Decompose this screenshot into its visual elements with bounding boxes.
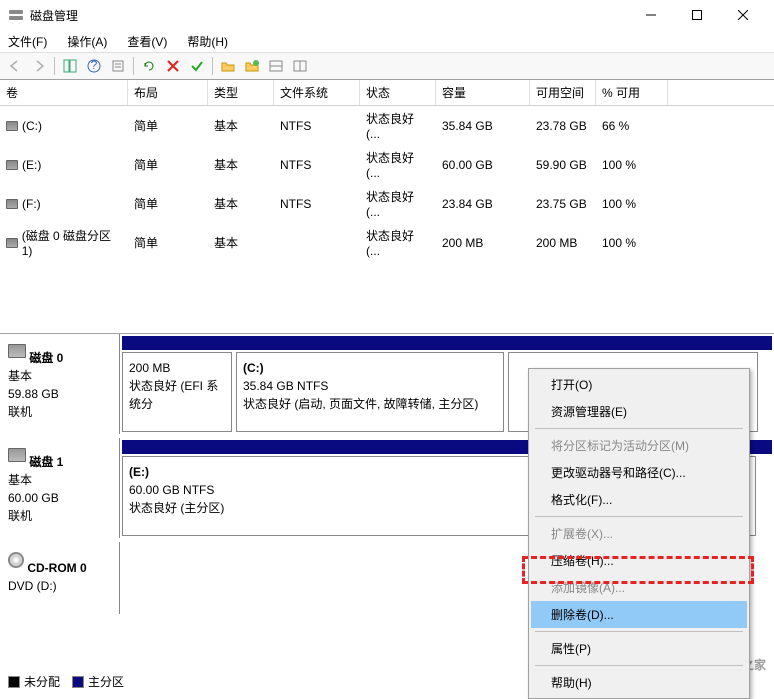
volume-icon (6, 199, 18, 209)
context-menu-item[interactable]: 压缩卷(H)... (531, 547, 747, 574)
volume-icon (6, 238, 18, 248)
volume-icon (6, 121, 18, 131)
disk-label[interactable]: 磁盘 0基本59.88 GB联机 (0, 334, 120, 434)
context-menu-separator (535, 631, 743, 632)
col-fs[interactable]: 文件系统 (274, 80, 360, 105)
partition[interactable]: 200 MB状态良好 (EFI 系统分 (122, 352, 232, 432)
titlebar: 磁盘管理 (0, 0, 774, 30)
svg-text:?: ? (91, 59, 98, 72)
volume-list[interactable]: 卷 布局 类型 文件系统 状态 容量 可用空间 % 可用 (C:) 简单基本 N… (0, 80, 774, 334)
close-button[interactable] (720, 0, 766, 30)
context-menu-separator (535, 516, 743, 517)
cdrom-label: CD-ROM 0 DVD (D:) 无媒体 (0, 542, 120, 614)
app-icon (8, 7, 24, 23)
col-pct[interactable]: % 可用 (596, 80, 668, 105)
menu-action[interactable]: 操作(A) (63, 31, 111, 52)
folder-icon[interactable] (217, 55, 239, 77)
volume-row[interactable]: (磁盘 0 磁盘分区 1) 简单基本 状态良好 (... 200 MB200 M… (0, 223, 774, 262)
context-menu-item[interactable]: 帮助(H) (531, 669, 747, 696)
col-capacity[interactable]: 容量 (436, 80, 530, 105)
properties-icon[interactable] (107, 55, 129, 77)
menu-file[interactable]: 文件(F) (4, 31, 51, 52)
volume-row[interactable]: (C:) 简单基本 NTFS状态良好 (... 35.84 GB23.78 GB… (0, 106, 774, 145)
context-menu-item[interactable]: 属性(P) (531, 635, 747, 662)
cdrom-title: CD-ROM 0 (27, 561, 86, 575)
menu-help[interactable]: 帮助(H) (183, 31, 232, 52)
volume-row[interactable]: (F:) 简单基本 NTFS状态良好 (... 23.84 GB23.75 GB… (0, 184, 774, 223)
context-menu: 打开(O)资源管理器(E) 将分区标记为活动分区(M)更改驱动器号和路径(C)..… (528, 368, 750, 699)
grid-icon[interactable] (289, 55, 311, 77)
minimize-button[interactable] (628, 0, 674, 30)
legend: 未分配 主分区 (8, 673, 124, 690)
col-volume[interactable]: 卷 (0, 80, 128, 105)
new-folder-icon[interactable] (241, 55, 263, 77)
delete-icon[interactable] (162, 55, 184, 77)
disk-label[interactable]: 磁盘 1基本60.00 GB联机 (0, 438, 120, 538)
volume-row[interactable]: (E:) 简单基本 NTFS状态良好 (... 60.00 GB59.90 GB… (0, 145, 774, 184)
disk-icon (8, 448, 26, 462)
col-type[interactable]: 类型 (208, 80, 274, 105)
col-free[interactable]: 可用空间 (530, 80, 596, 105)
context-menu-item[interactable]: 删除卷(D)... (531, 601, 747, 628)
partition[interactable]: (C:)35.84 GB NTFS状态良好 (启动, 页面文件, 故障转储, 主… (236, 352, 504, 432)
disk-bar (122, 336, 772, 350)
legend-primary-label: 主分区 (88, 673, 124, 690)
legend-unalloc-swatch (8, 676, 20, 688)
context-menu-separator (535, 428, 743, 429)
help-icon[interactable]: ? (83, 55, 105, 77)
disk-icon (8, 344, 26, 358)
cdrom-sub: DVD (D:) (8, 579, 57, 593)
legend-primary-swatch (72, 676, 84, 688)
menu-view[interactable]: 查看(V) (123, 31, 171, 52)
check-icon[interactable] (186, 55, 208, 77)
list-header: 卷 布局 类型 文件系统 状态 容量 可用空间 % 可用 (0, 80, 774, 106)
back-button[interactable] (4, 55, 26, 77)
cdrom-icon (8, 552, 24, 568)
forward-button[interactable] (28, 55, 50, 77)
context-menu-item[interactable]: 资源管理器(E) (531, 398, 747, 425)
maximize-button[interactable] (674, 0, 720, 30)
refresh-icon[interactable] (138, 55, 160, 77)
window-title: 磁盘管理 (30, 7, 628, 24)
context-menu-item[interactable]: 格式化(F)... (531, 486, 747, 513)
col-status[interactable]: 状态 (360, 80, 436, 105)
panel-icon[interactable] (265, 55, 287, 77)
context-menu-separator (535, 665, 743, 666)
view-list-icon[interactable] (59, 55, 81, 77)
context-menu-item[interactable]: 打开(O) (531, 371, 747, 398)
menubar: 文件(F) 操作(A) 查看(V) 帮助(H) (0, 30, 774, 52)
legend-unalloc-label: 未分配 (24, 673, 60, 690)
col-layout[interactable]: 布局 (128, 80, 208, 105)
context-menu-item[interactable]: 更改驱动器号和路径(C)... (531, 459, 747, 486)
context-menu-item: 将分区标记为活动分区(M) (531, 432, 747, 459)
context-menu-item: 扩展卷(X)... (531, 520, 747, 547)
toolbar: ? (0, 52, 774, 80)
volume-icon (6, 160, 18, 170)
context-menu-item: 添加镜像(A)... (531, 574, 747, 601)
